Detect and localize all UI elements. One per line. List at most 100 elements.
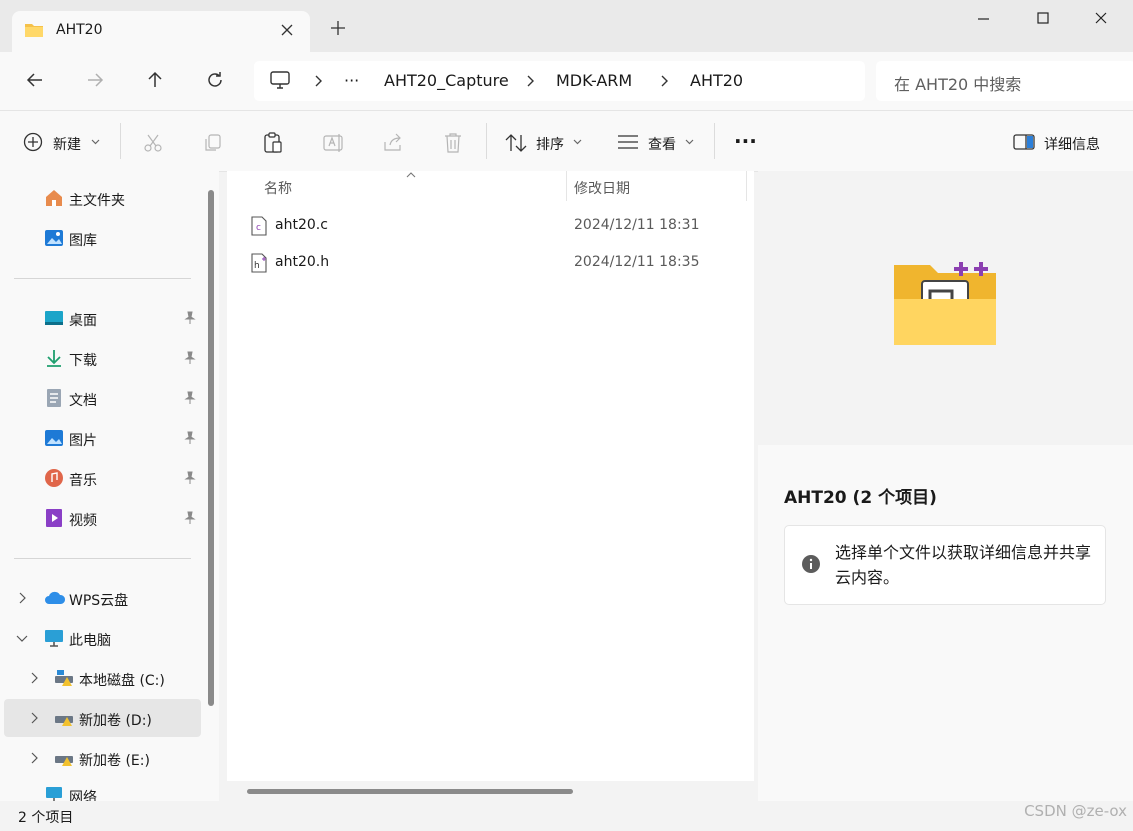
breadcrumb-item[interactable]: MDK-ARM — [556, 71, 632, 90]
chevron-right-icon[interactable] — [18, 592, 26, 604]
pin-icon[interactable] — [184, 511, 196, 525]
sidebar-item-home[interactable]: 主文件夹 — [4, 179, 201, 217]
sidebar-item-drive-c[interactable]: 本地磁盘 (C:) — [4, 659, 201, 697]
folder-icon — [24, 22, 44, 38]
chevron-down-icon[interactable] — [685, 139, 694, 145]
file-list: 名称 修改日期 c aht20.c 2024/12/11 18:31 h aht… — [227, 171, 754, 801]
delete-icon[interactable] — [443, 132, 463, 154]
computer-icon — [44, 628, 64, 648]
pin-icon[interactable] — [184, 431, 196, 445]
sidebar-item-pictures[interactable]: 图片 — [4, 419, 201, 457]
breadcrumb-overflow[interactable]: ··· — [344, 71, 359, 90]
sidebar-item-label: WPS云盘 — [69, 593, 129, 609]
divider — [14, 558, 191, 559]
svg-text:h: h — [254, 261, 260, 271]
sidebar-item-music[interactable]: 音乐 — [4, 459, 201, 497]
maximize-button[interactable] — [1020, 8, 1066, 30]
sort-icon[interactable] — [505, 133, 527, 153]
plus-icon[interactable] — [330, 20, 346, 36]
chevron-right-icon[interactable] — [30, 672, 38, 684]
file-name: aht20.h — [275, 254, 330, 270]
breadcrumb-item[interactable]: AHT20 — [690, 71, 743, 90]
pin-icon[interactable] — [184, 311, 196, 325]
info-icon — [801, 554, 821, 574]
rename-icon[interactable] — [323, 133, 345, 153]
navigation-bar: ··· AHT20_Capture MDK-ARM AHT20 在 AHT20 … — [0, 52, 1133, 110]
chevron-down-icon[interactable] — [16, 634, 28, 642]
column-header-date[interactable]: 修改日期 — [574, 178, 630, 198]
sidebar-item-this-pc[interactable]: 此电脑 — [4, 619, 201, 657]
cpp-folder-icon — [892, 259, 1000, 349]
gallery-icon — [44, 228, 64, 248]
column-divider[interactable] — [566, 171, 567, 201]
search-input[interactable]: 在 AHT20 中搜索 — [876, 61, 1133, 101]
sidebar-item-wps-cloud[interactable]: WPS云盘 — [4, 579, 201, 617]
back-arrow-icon[interactable] — [26, 71, 44, 89]
view-icon[interactable] — [617, 135, 639, 149]
file-row[interactable]: h aht20.h 2024/12/11 18:35 — [227, 245, 754, 281]
up-arrow-icon[interactable] — [146, 71, 164, 89]
details-pane-icon[interactable] — [1013, 134, 1035, 150]
sidebar-item-label: 图库 — [69, 233, 97, 249]
details-button[interactable]: 详细信息 — [1044, 134, 1100, 154]
close-tab-icon[interactable] — [280, 23, 294, 37]
download-icon — [44, 348, 64, 368]
chevron-down-icon[interactable] — [573, 139, 582, 145]
more-options-button[interactable]: ··· — [734, 129, 757, 153]
forward-arrow-icon[interactable] — [86, 71, 104, 89]
sidebar-scrollbar[interactable] — [208, 190, 214, 706]
address-bar[interactable]: ··· AHT20_Capture MDK-ARM AHT20 — [254, 61, 865, 101]
computer-icon — [270, 71, 290, 89]
sort-button[interactable]: 排序 — [536, 134, 564, 154]
sidebar-item-downloads[interactable]: 下载 — [4, 339, 201, 377]
music-icon — [44, 468, 64, 488]
cut-icon[interactable] — [143, 133, 163, 153]
search-placeholder: 在 AHT20 中搜索 — [894, 75, 1022, 94]
pin-icon[interactable] — [184, 391, 196, 405]
tab-aht20[interactable]: AHT20 — [12, 11, 310, 52]
svg-text:c: c — [256, 223, 261, 233]
pin-icon[interactable] — [184, 471, 196, 485]
sidebar-item-label: 网络 — [69, 790, 97, 801]
view-button[interactable]: 查看 — [648, 134, 676, 154]
sidebar-item-gallery[interactable]: 图库 — [4, 219, 201, 257]
close-window-button[interactable] — [1078, 8, 1124, 30]
share-icon[interactable] — [383, 133, 403, 153]
file-row[interactable]: c aht20.c 2024/12/11 18:31 — [227, 208, 754, 244]
video-icon — [44, 508, 64, 528]
sidebar-item-drive-e[interactable]: 新加卷 (E:) — [4, 739, 201, 777]
breadcrumb-item[interactable]: AHT20_Capture — [384, 71, 509, 90]
divider — [120, 123, 121, 159]
navigation-pane: 主文件夹 图库 桌面 下载 文档 图片 音乐 视频 WPS云盘 此电脑 本地磁盘… — [0, 171, 219, 801]
paste-icon[interactable] — [263, 132, 283, 154]
chevron-right-icon[interactable] — [30, 712, 38, 724]
file-date: 2024/12/11 18:31 — [574, 217, 700, 233]
chevron-right-icon — [660, 75, 668, 87]
sidebar-item-documents[interactable]: 文档 — [4, 379, 201, 417]
column-divider[interactable] — [746, 171, 747, 201]
new-button[interactable]: 新建 — [53, 134, 81, 154]
pin-icon[interactable] — [184, 351, 196, 365]
sidebar-item-label: 图片 — [69, 433, 97, 449]
sidebar-item-label: 新加卷 (D:) — [79, 713, 152, 729]
sidebar-item-network[interactable]: 网络 — [4, 779, 201, 801]
column-header-name[interactable]: 名称 — [264, 178, 292, 198]
c-file-icon: c — [251, 216, 267, 236]
refresh-icon[interactable] — [206, 71, 224, 89]
minimize-button[interactable] — [960, 8, 1006, 30]
chevron-right-icon[interactable] — [30, 752, 38, 764]
home-icon — [44, 188, 64, 208]
copy-icon[interactable] — [203, 133, 223, 153]
sidebar-item-drive-d[interactable]: 新加卷 (D:) — [4, 699, 201, 737]
info-card: 选择单个文件以获取详细信息并共享云内容。 — [784, 525, 1106, 605]
network-icon — [44, 785, 64, 801]
sidebar-item-videos[interactable]: 视频 — [4, 499, 201, 537]
new-plus-icon[interactable] — [23, 132, 43, 152]
info-text: 选择单个文件以获取详细信息并共享云内容。 — [835, 543, 1092, 587]
details-title: AHT20 (2 个项目) — [784, 488, 937, 508]
horizontal-scrollbar-thumb[interactable] — [247, 789, 573, 794]
document-icon — [44, 388, 64, 408]
chevron-down-icon[interactable] — [91, 139, 100, 145]
sidebar-item-desktop[interactable]: 桌面 — [4, 299, 201, 337]
divider — [486, 123, 487, 159]
